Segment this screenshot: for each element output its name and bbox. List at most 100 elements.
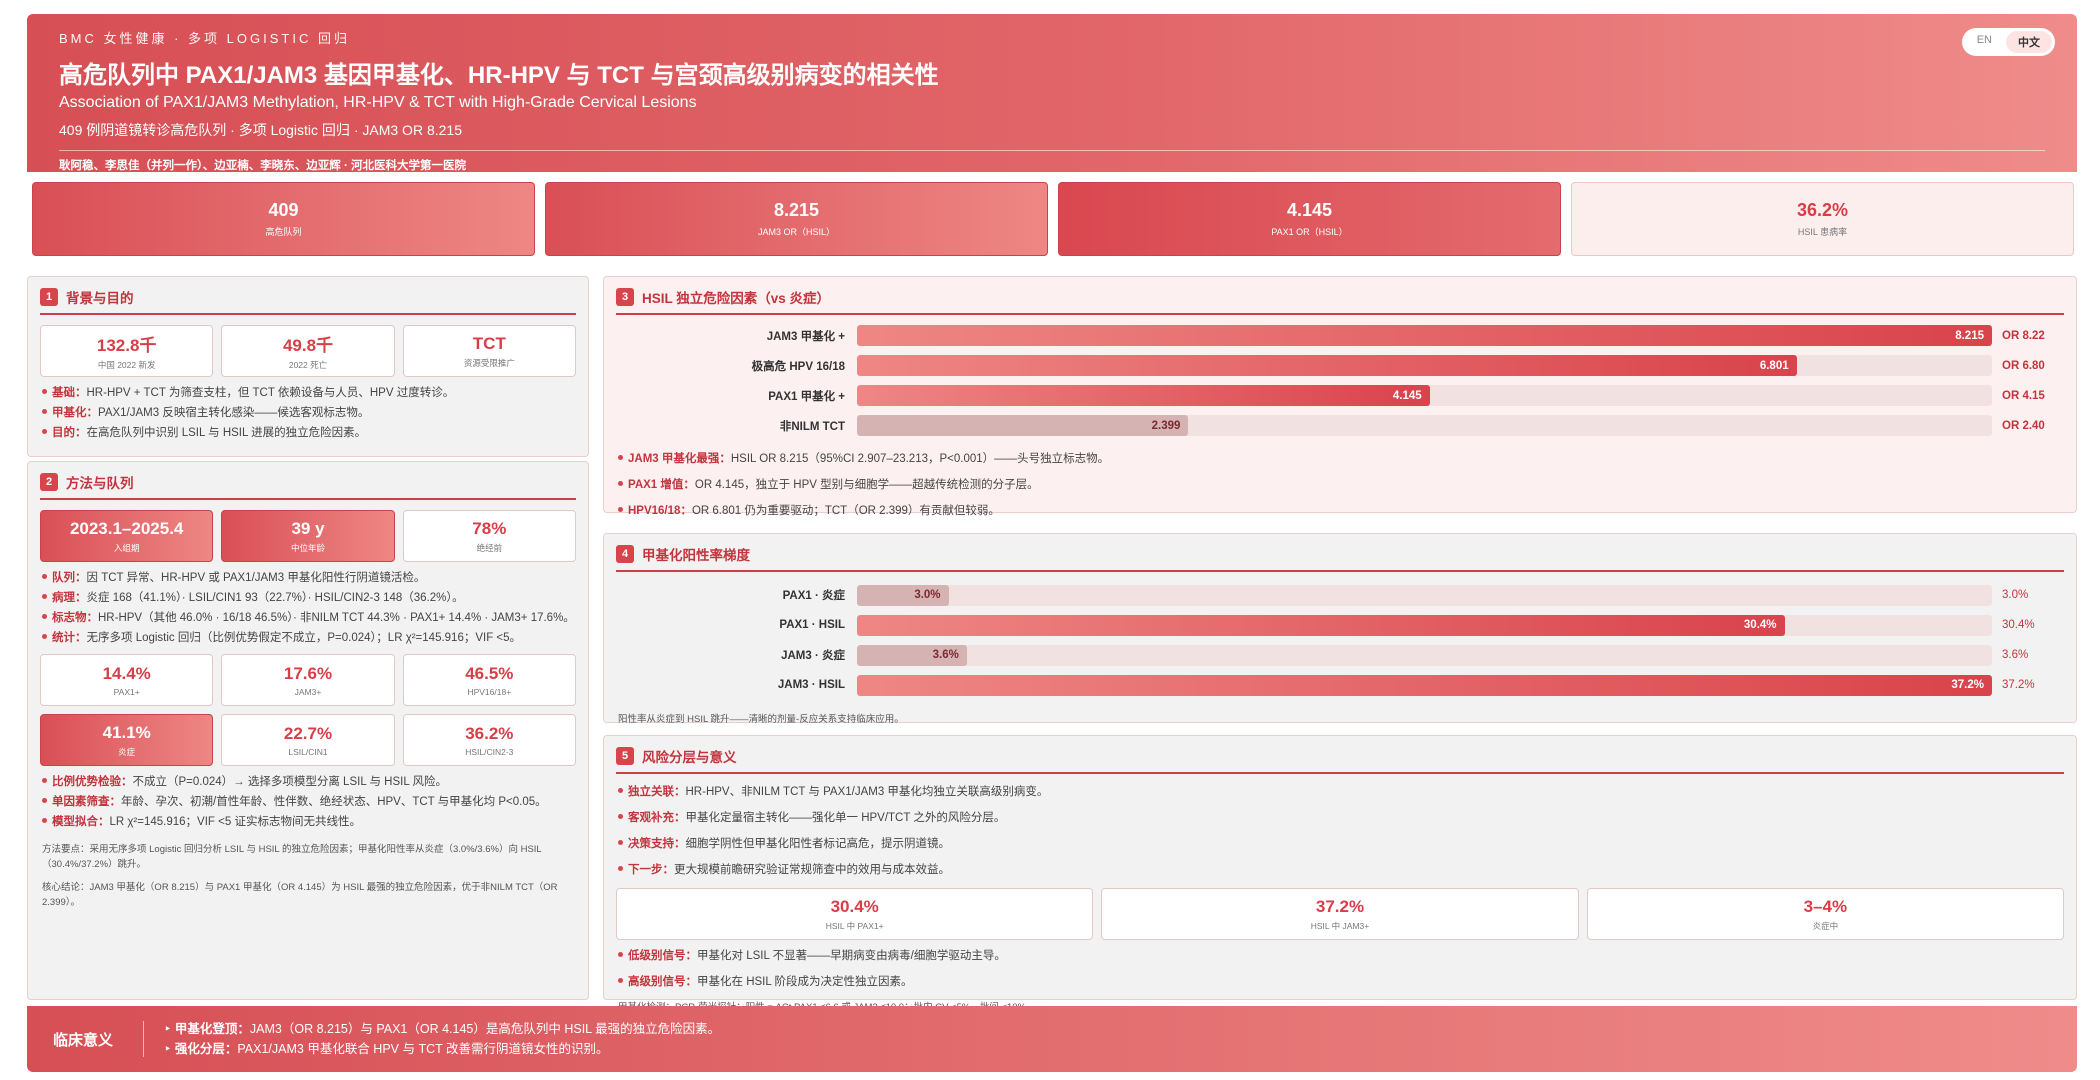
kpi-value: 8.215: [773, 200, 820, 220]
kpi-label: PAX1 OR（HSIL）: [1271, 227, 1348, 237]
or-bar-chart: JAM3 甲基化 + 8.215 OR 8.22 极高危 HPV 16/18 6.801…: [604, 323, 2076, 438]
footer-banner: 临床意义 ‣ 甲基化登顶：JAM3（OR 8.215）与 PAX1（OR 4.1…: [27, 1006, 2077, 1072]
bullet-text: 更大规模前瞻研究验证常规筛查中的效用与成本效益。: [674, 864, 950, 876]
bar-label: JAM3 · HSIL: [777, 679, 845, 691]
stat-card: 14.4% PAX1+: [40, 654, 214, 706]
bar-track: 4.145: [857, 385, 1992, 406]
bullet-item: 队列：因 TCT 异常、HR-HPV 或 PAX1/JAM3 甲基化阳性行阴道镜…: [28, 568, 588, 588]
stat-label: HSIL 中 JAM3+: [1310, 920, 1370, 931]
stat-value: 78%: [472, 518, 507, 538]
stat-value: 132.8千: [96, 336, 157, 355]
bullet-text: 炎症 168（41.1%）· LSIL/CIN1 93（22.7%）· HSIL…: [86, 592, 464, 604]
header-divider: [59, 150, 2045, 151]
stat-label: 炎症中: [1812, 920, 1839, 931]
bullet-key: 下一步：: [628, 864, 674, 876]
bullet-key: 甲基化：: [52, 407, 98, 419]
section-title: 3 HSIL 独立危险因素（vs 炎症）: [604, 277, 2076, 313]
section-methods: 2 方法与队列 2023.1–2025.4 入组期 39 y 中位年龄 78% 绝经前…: [27, 461, 589, 1000]
stat-value: 14.4%: [102, 663, 151, 683]
section-title: 4 甲基化阳性率梯度: [604, 534, 2076, 570]
bar-label: 极高危 HPV 16/18: [751, 360, 845, 373]
bar-label: PAX1 · HSIL: [779, 619, 845, 631]
bullet-key: 病理：: [52, 592, 87, 604]
bullet-key: 基础：: [52, 387, 87, 399]
footer-line: ‣ 强化分层：PAX1/JAM3 甲基化联合 HPV 与 TCT 改善需行阴道镜…: [164, 1042, 609, 1056]
bar-fill: 2.399: [857, 415, 1189, 436]
bullet-item: 标志物：HR-HPV（其他 46.0% · 16/18 46.5%）· 非NIL…: [28, 608, 588, 628]
bullet-item: 高级别信号：甲基化在 HSIL 阶段成为决定性独立因素。: [604, 972, 2076, 992]
bar-value-label: 4.145: [1392, 389, 1422, 402]
section-number: 4: [616, 545, 634, 563]
bullet-text: OR 4.145，独立于 HPV 型别与细胞学——超越传统检测的分子层。: [694, 479, 1039, 491]
bar-label: 非NILM TCT: [779, 420, 845, 433]
bullet-item: PAX1 增值：OR 4.145，独立于 HPV 型别与细胞学——超越传统检测的…: [604, 475, 2076, 495]
bar-label: PAX1 甲基化 +: [768, 390, 845, 403]
bullet-item: 统计：无序多项 Logistic 回归（比例优势假定不成立，P=0.024）；L…: [28, 628, 588, 648]
bar-right-label: OR 6.80: [2002, 359, 2045, 372]
bar-value-label: 8.215: [1955, 329, 1984, 342]
bullet-text: 甲基化对 LSIL 不显著——早期病变由病毒/细胞学驱动主导。: [697, 950, 1006, 962]
stat-card: 49.8千 2022 死亡: [221, 325, 395, 377]
bar-right-label: 37.2%: [2002, 679, 2035, 691]
stat-label: 中国 2022 新发: [97, 360, 156, 370]
bullet-item: 客观补充：甲基化定量宿主转化——强化单一 HPV/TCT 之外的风险分层。: [604, 808, 2076, 828]
bar-row: 非NILM TCT 2.399 OR 2.40: [604, 413, 2076, 438]
bar-fill: 37.2%: [857, 674, 1992, 696]
bullet-text: HR-HPV（其他 46.0% · 16/18 46.5%）· 非NILM TC…: [98, 612, 575, 624]
stat-value: 22.7%: [283, 723, 333, 743]
bar-track: 30.4%: [857, 614, 1992, 636]
bar-value-label: 6.801: [1759, 359, 1789, 372]
bullet-item: 目的：在高危队列中识别 LSIL 与 HSIL 进展的独立危险因素。: [28, 423, 588, 443]
bullet-text: 无序多项 Logistic 回归（比例优势假定不成立，P=0.024）；LR χ…: [86, 632, 522, 644]
bullet-text: HSIL OR 8.215（95%CI 2.907–23.213，P<0.001…: [730, 453, 1110, 465]
bullet-item: 低级别信号：甲基化对 LSIL 不显著——早期病变由病毒/细胞学驱动主导。: [604, 946, 2076, 966]
page-title: 高危队列中 PAX1/JAM3 基因甲基化、HR-HPV 与 TCT 与宫颈高级…: [59, 62, 939, 89]
bullet-key: 高级别信号：: [628, 976, 697, 988]
stat-label: 绝经前: [476, 542, 503, 553]
bar-right-label: OR 4.15: [2002, 389, 2045, 402]
section-rule: [40, 498, 576, 500]
stat-label: LSIL/CIN1: [288, 746, 328, 757]
section-title-text: 方法与队列: [66, 476, 134, 491]
section-rule: [616, 570, 2064, 572]
section-number: 5: [616, 747, 634, 765]
stat-value: 41.1%: [102, 722, 151, 742]
footer-lines: ‣ 甲基化登顶：JAM3（OR 8.215）与 PAX1（OR 4.145）是高…: [144, 1019, 720, 1059]
positivity-bar-chart: PAX1 · 炎症 3.0% 3.0% PAX1 · HSIL 30.4% 30.4% JA…: [604, 580, 2076, 700]
section-number: 2: [40, 473, 58, 491]
stat-label: 炎症: [118, 746, 136, 757]
kpi-row: 409 高危队列 8.215 JAM3 OR（HSIL） 4.145 PAX1 …: [32, 182, 2074, 256]
bar-label: JAM3 甲基化 +: [766, 330, 845, 343]
bar-value-label: 2.399: [1151, 419, 1181, 432]
bar-track: 3.6%: [857, 644, 1992, 666]
bar-right-label: OR 8.22: [2002, 329, 2045, 342]
bar-value-label: 30.4%: [1743, 619, 1777, 631]
bar-track: 3.0%: [857, 584, 1992, 606]
stat-card: TCT 资源受限推广: [402, 325, 576, 377]
section-number: 3: [616, 288, 634, 306]
section-title: 2 方法与队列: [28, 462, 588, 498]
bar-row: JAM3 · 炎症 3.6% 3.6%: [604, 640, 2076, 670]
bar-right-label: 3.6%: [2002, 649, 2029, 661]
bullet-key: 低级别信号：: [628, 950, 697, 962]
bullet-key: 模型拟合：: [52, 816, 110, 828]
stat-label: 中位年龄: [290, 542, 325, 553]
bullet-text: 不成立（P=0.024）→ 选择多项模型分离 LSIL 与 HSIL 风险。: [132, 776, 448, 788]
section-risk-factors: 3 HSIL 独立危险因素（vs 炎症） JAM3 甲基化 + 8.215 OR 8…: [603, 276, 2077, 517]
bullet-key: 单因素筛查：: [52, 796, 121, 808]
bullet-item: 下一步：更大规模前瞻研究验证常规筛查中的效用与成本效益。: [604, 860, 2076, 880]
kpi-value: 409: [268, 200, 299, 220]
kpi-label: HSIL 患病率: [1797, 227, 1848, 237]
lang-en-button[interactable]: EN: [1965, 31, 2004, 53]
conclusion-note: 核心结论：JAM3 甲基化（OR 8.215）与 PAX1 甲基化（OR 4.1…: [42, 882, 558, 908]
bullet-text: OR 6.801 仍为重要驱动；TCT（OR 2.399）有贡献但较弱。: [691, 505, 1000, 517]
stat-label: 资源受限推广: [463, 357, 515, 368]
footer-text: JAM3（OR 8.215）与 PAX1（OR 4.145）是高危队列中 HSI…: [249, 1022, 721, 1036]
bullet-text: HR-HPV + TCT 为筛查支柱，但 TCT 依赖设备与人员、HPV 过度转…: [86, 387, 455, 399]
lang-zh-button[interactable]: 中文: [2006, 31, 2052, 53]
kpi-label: 高危队列: [265, 227, 302, 237]
section-stratification: 5 风险分层与意义 独立关联：HR-HPV、非NILM TCT 与 PAX1/J…: [603, 735, 2077, 1013]
bullet-key: JAM3 甲基化最强：: [628, 453, 731, 465]
section-methylation-gradient: 4 甲基化阳性率梯度 PAX1 · 炎症 3.0% 3.0% PAX1 · HSIL 3…: [603, 533, 2077, 725]
bar-label: PAX1 · 炎症: [782, 590, 845, 602]
